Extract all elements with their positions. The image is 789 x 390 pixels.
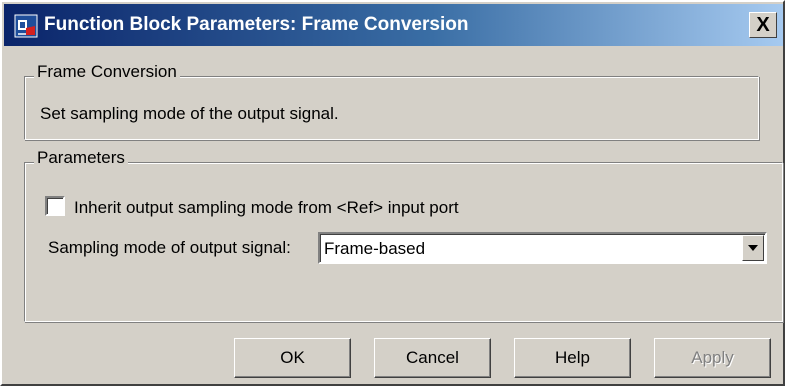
title-bar[interactable]: Function Block Parameters: Frame Convers… (4, 4, 783, 46)
apply-button[interactable]: Apply (654, 338, 771, 378)
inherit-sampling-label[interactable]: Inherit output sampling mode from <Ref> … (74, 198, 459, 218)
sampling-mode-label: Sampling mode of output signal: (48, 238, 291, 257)
ok-button[interactable]: OK (234, 338, 351, 378)
close-icon: X (756, 14, 770, 36)
sampling-mode-select[interactable]: Frame-based (318, 232, 767, 264)
dialog-window: Function Block Parameters: Frame Convers… (0, 0, 785, 386)
block-group-legend: Frame Conversion (34, 62, 180, 82)
inherit-sampling-checkbox[interactable] (45, 196, 65, 216)
block-description: Set sampling mode of the output signal. (40, 104, 339, 123)
simulink-block-icon (14, 14, 38, 38)
help-button[interactable]: Help (514, 338, 631, 378)
dropdown-arrow-icon (748, 245, 758, 251)
sampling-mode-value: Frame-based (324, 239, 426, 258)
window-title: Function Block Parameters: Frame Convers… (44, 14, 469, 35)
close-button[interactable]: X (749, 12, 777, 38)
dropdown-arrow-button[interactable] (742, 235, 764, 261)
parameters-group-legend: Parameters (34, 148, 128, 168)
cancel-button[interactable]: Cancel (374, 338, 491, 378)
